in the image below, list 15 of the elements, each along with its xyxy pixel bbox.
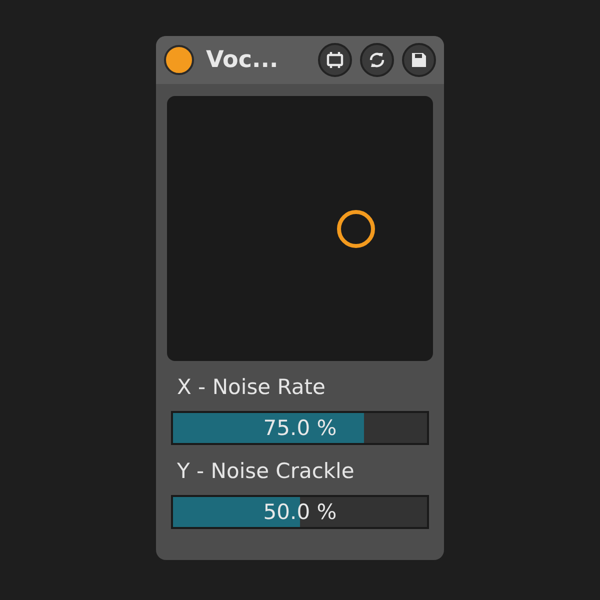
param-value: 75.0 %: [262, 415, 338, 442]
device-title: Voc...: [205, 47, 280, 73]
param-label: Y - Noise Crackle: [177, 459, 356, 483]
param-value: 50.0 %: [262, 499, 338, 526]
save-button[interactable]: [402, 43, 436, 77]
frame-icon: [326, 52, 344, 68]
param-slider[interactable]: 50.0 %: [171, 495, 429, 529]
param-label: X - Noise Rate: [177, 375, 326, 399]
frame-button[interactable]: [318, 43, 352, 77]
param-slider[interactable]: 75.0 %: [171, 411, 429, 445]
refresh-icon: [368, 51, 386, 69]
refresh-button[interactable]: [360, 43, 394, 77]
pad-handle[interactable]: [337, 210, 375, 248]
power-button[interactable]: [164, 45, 194, 75]
save-icon: [411, 52, 427, 68]
